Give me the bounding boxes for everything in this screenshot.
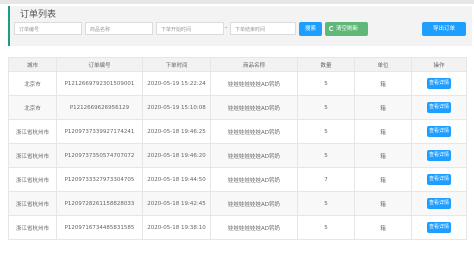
- cell-action: 查看详情: [411, 191, 467, 216]
- cell-city: 浙江省杭州市: [8, 191, 57, 216]
- cell-order-no: P1212669626956129: [56, 95, 143, 120]
- view-details-button[interactable]: 查看详情: [427, 222, 451, 233]
- cell-action: 查看详情: [411, 215, 467, 240]
- cell-quantity: 7: [297, 167, 355, 192]
- cell-action: 查看详情: [411, 119, 467, 144]
- cell-order-time: 2020-05-18 19:46:20: [142, 143, 211, 168]
- cell-order-no: P1209737339927174241: [56, 119, 143, 144]
- cell-order-time: 2020-05-18 19:46:25: [142, 119, 211, 144]
- cell-quantity: 5: [297, 71, 355, 96]
- cell-quantity: 5: [297, 191, 355, 216]
- clear-refresh-label: 清空刷新: [336, 26, 359, 32]
- cell-order-no: P1212669792301509001: [56, 71, 143, 96]
- cell-quantity: 5: [297, 119, 355, 144]
- clear-refresh-button[interactable]: 清空刷新: [325, 22, 368, 36]
- cell-product-name: 娃娃娃娃娃娃AD钙奶: [210, 215, 298, 240]
- order-no-input[interactable]: 订单编号: [14, 22, 82, 35]
- cell-action: 查看详情: [411, 143, 467, 168]
- cell-action: 查看详情: [411, 95, 467, 120]
- table-row: 北京市 P1212669792301509001 2020-05-19 15:2…: [8, 71, 467, 96]
- end-time-input[interactable]: 下单结束时间: [230, 22, 296, 35]
- cell-product-name: 娃娃娃娃娃娃AD钙奶: [210, 119, 298, 144]
- header-order-no: 订单编号: [56, 57, 143, 72]
- top-bar: [0, 0, 474, 4]
- header-unit: 单位: [354, 57, 412, 72]
- cell-order-time: 2020-05-18 19:38:10: [142, 215, 211, 240]
- cell-order-no: P1209716734485831585: [56, 215, 143, 240]
- table-header-row: 城市 订单编号 下单时间 商品名称 数量 单位 操作: [8, 57, 467, 72]
- cell-city: 浙江省杭州市: [8, 119, 57, 144]
- header-city: 城市: [8, 57, 57, 72]
- start-time-input[interactable]: 下单开始时间: [156, 22, 224, 35]
- product-name-input[interactable]: 商品名称: [85, 22, 153, 35]
- cell-quantity: 5: [297, 95, 355, 120]
- cell-unit: 箱: [354, 167, 412, 192]
- cell-product-name: 娃娃娃娃娃娃AD钙奶: [210, 71, 298, 96]
- cell-unit: 箱: [354, 119, 412, 144]
- cell-quantity: 5: [297, 143, 355, 168]
- cell-quantity: 5: [297, 215, 355, 240]
- view-details-button[interactable]: 查看详情: [427, 102, 451, 113]
- cell-unit: 箱: [354, 143, 412, 168]
- view-details-button[interactable]: 查看详情: [427, 174, 451, 185]
- orders-table: 城市 订单编号 下单时间 商品名称 数量 单位 操作 北京市 P12126697…: [8, 57, 467, 240]
- cell-order-time: 2020-05-18 19:42:45: [142, 191, 211, 216]
- refresh-icon: [329, 26, 334, 31]
- cell-action: 查看详情: [411, 71, 467, 96]
- cell-order-time: 2020-05-19 15:22:24: [142, 71, 211, 96]
- table-row: 北京市 P1212669626956129 2020-05-19 15:10:0…: [8, 95, 467, 120]
- table-row: 浙江省杭州市 P1209716734485831585 2020-05-18 1…: [8, 215, 467, 240]
- cell-city: 北京市: [8, 95, 57, 120]
- header-order-time: 下单时间: [142, 57, 211, 72]
- cell-city: 北京市: [8, 71, 57, 96]
- cell-product-name: 娃娃娃娃娃娃AD钙奶: [210, 167, 298, 192]
- table-row: 浙江省杭州市 P1209733327973304705 2020-05-18 1…: [8, 167, 467, 192]
- view-details-button[interactable]: 查看详情: [427, 126, 451, 137]
- table-row: 浙江省杭州市 P1209737339927174241 2020-05-18 1…: [8, 119, 467, 144]
- cell-unit: 箱: [354, 191, 412, 216]
- table-row: 浙江省杭州市 P1209728261158828033 2020-05-18 1…: [8, 191, 467, 216]
- cell-unit: 箱: [354, 71, 412, 96]
- export-orders-button[interactable]: 导出订单: [422, 22, 466, 36]
- cell-city: 浙江省杭州市: [8, 167, 57, 192]
- table-row: 浙江省杭州市 P1209737350574707072 2020-05-18 1…: [8, 143, 467, 168]
- title-accent-bar: [8, 6, 10, 46]
- cell-order-no: P1209733327973304705: [56, 167, 143, 192]
- header-quantity: 数量: [297, 57, 355, 72]
- cell-unit: 箱: [354, 215, 412, 240]
- cell-city: 浙江省杭州市: [8, 143, 57, 168]
- cell-product-name: 娃娃娃娃娃娃AD钙奶: [210, 95, 298, 120]
- view-details-button[interactable]: 查看详情: [427, 198, 451, 209]
- cell-city: 浙江省杭州市: [8, 215, 57, 240]
- date-range-separator: -: [225, 24, 228, 31]
- cell-unit: 箱: [354, 95, 412, 120]
- cell-order-no: P1209728261158828033: [56, 191, 143, 216]
- cell-product-name: 娃娃娃娃娃娃AD钙奶: [210, 191, 298, 216]
- view-details-button[interactable]: 查看详情: [427, 78, 451, 89]
- cell-order-no: P1209737350574707072: [56, 143, 143, 168]
- cell-order-time: 2020-05-18 19:44:50: [142, 167, 211, 192]
- header-product-name: 商品名称: [210, 57, 298, 72]
- header-action: 操作: [411, 57, 467, 72]
- cell-action: 查看详情: [411, 167, 467, 192]
- cell-order-time: 2020-05-19 15:10:08: [142, 95, 211, 120]
- view-details-button[interactable]: 查看详情: [427, 150, 451, 161]
- cell-product-name: 娃娃娃娃娃娃AD钙奶: [210, 143, 298, 168]
- page-title: 订单列表: [20, 10, 57, 20]
- search-button[interactable]: 搜索: [299, 22, 322, 36]
